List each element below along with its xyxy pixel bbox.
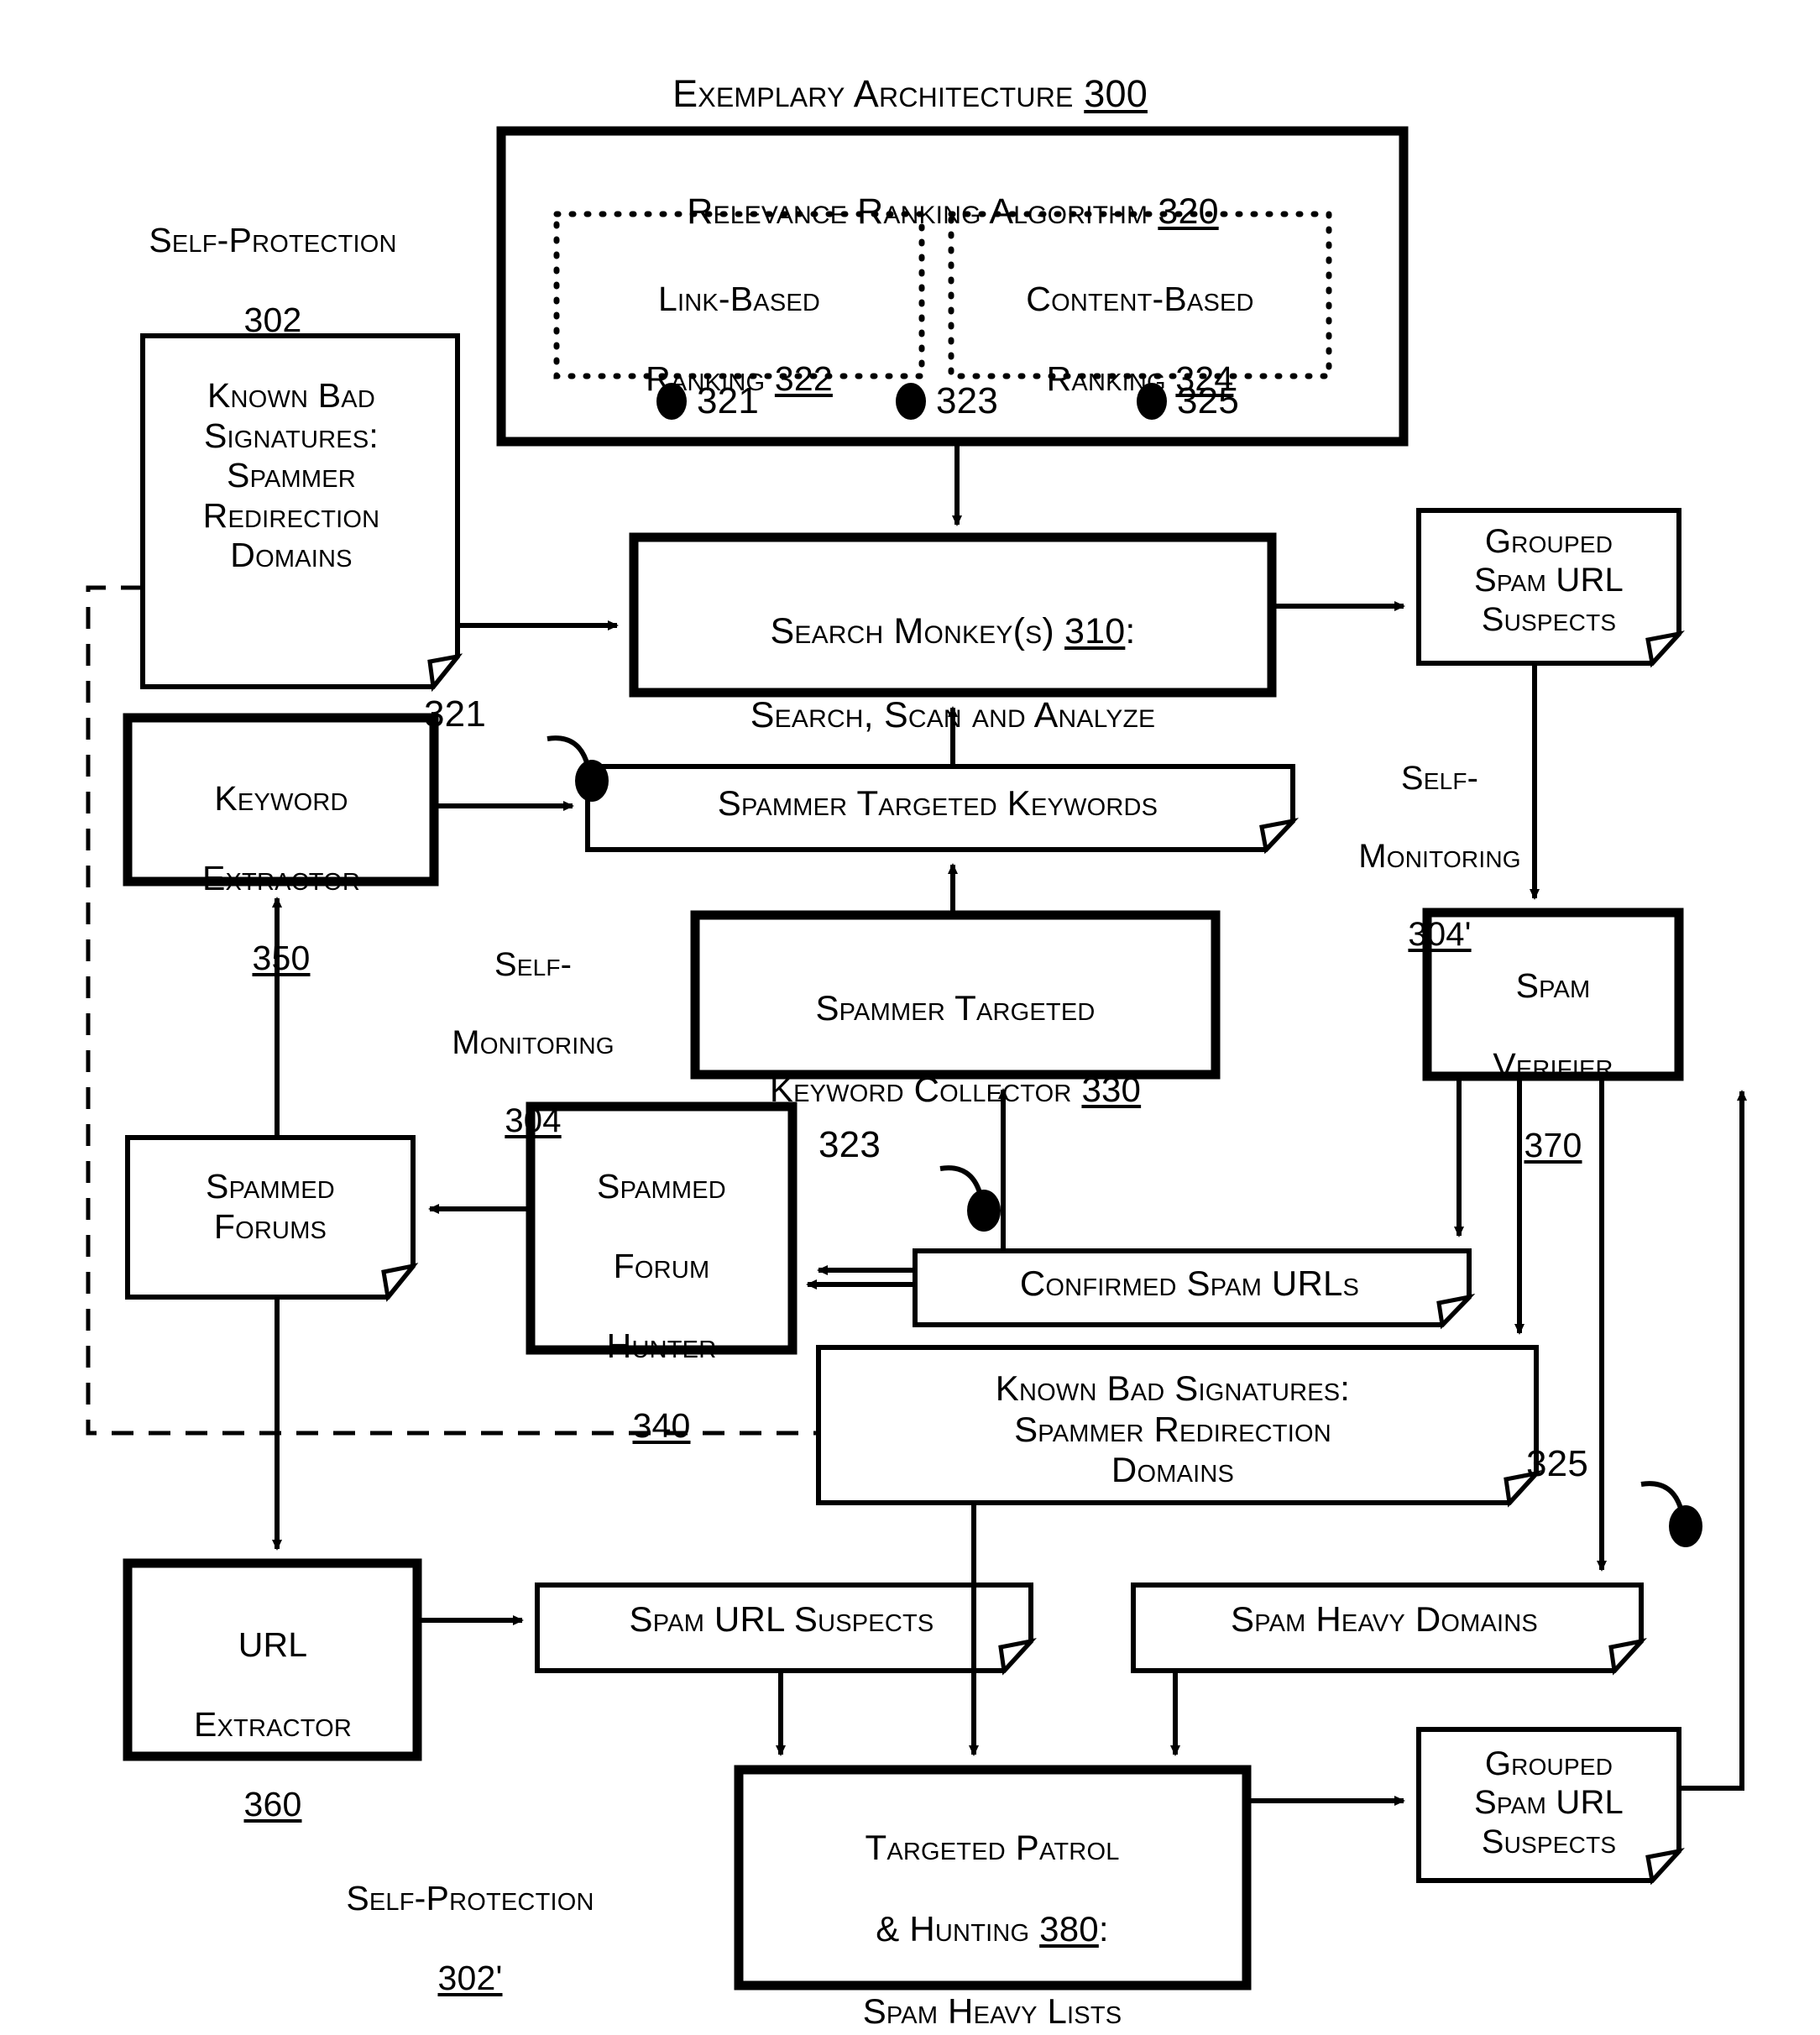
spammed-forum-hunter-box (526, 1101, 798, 1355)
known-bad-signatures-top-doc (140, 333, 460, 689)
confirmed-spam-urls-doc (913, 1248, 1472, 1327)
spam-heavy-domains-dogear (1608, 1638, 1647, 1676)
spammer-targeted-keyword-collector-box (690, 910, 1221, 1080)
callout-325-leader (1640, 1481, 1684, 1512)
spam-url-suspects-dogear (998, 1638, 1037, 1676)
spam-url-suspects-doc (535, 1582, 1033, 1673)
grouped-spam-url-suspects-bottom-doc (1416, 1727, 1681, 1883)
confirmed-spam-urls-dogear (1436, 1294, 1476, 1330)
bullet-325-marker (1137, 383, 1167, 420)
search-monkey-box (629, 532, 1277, 698)
url-extractor-box (123, 1558, 422, 1761)
callout-323-dot (967, 1190, 1001, 1232)
spammer-targeted-keywords-dogear (1259, 818, 1300, 855)
known-bad-signatures-bottom-dogear (1504, 1470, 1542, 1508)
callout-321-leader (547, 735, 590, 766)
line-grouped-bottom-up (1679, 1096, 1744, 1791)
spammer-targeted-keywords-doc (585, 764, 1295, 852)
spam-heavy-domains-doc (1131, 1582, 1644, 1673)
relevance-ranking-box (496, 126, 1409, 447)
known-bad-signatures-bottom-doc (816, 1345, 1539, 1505)
spam-verifier-box (1422, 908, 1684, 1081)
content-based-ranking-box (948, 211, 1332, 379)
known-bad-signatures-top-dogear (427, 653, 463, 693)
callout-321-dot (575, 760, 609, 802)
callout-323-leader (939, 1165, 983, 1196)
grouped-spam-url-suspects-top-doc (1416, 508, 1681, 666)
grouped-spam-url-suspects-bottom-dogear (1645, 1848, 1685, 1886)
spammed-forums-dogear (381, 1263, 419, 1302)
keyword-extractor-box (123, 713, 439, 887)
callout-325-dot (1669, 1505, 1702, 1547)
bullet-321-marker (656, 383, 687, 420)
grouped-spam-url-suspects-top-dogear (1645, 630, 1685, 668)
link-based-ranking-box (553, 211, 925, 379)
diagram-vector-layer (86, 126, 1747, 1991)
bullet-323-marker (896, 383, 926, 420)
targeted-patrol-box (734, 1765, 1252, 1991)
spammed-forums-doc (125, 1135, 416, 1300)
figure-canvas: Exemplary Architecture 300 Self-Protecti… (0, 0, 1820, 2035)
